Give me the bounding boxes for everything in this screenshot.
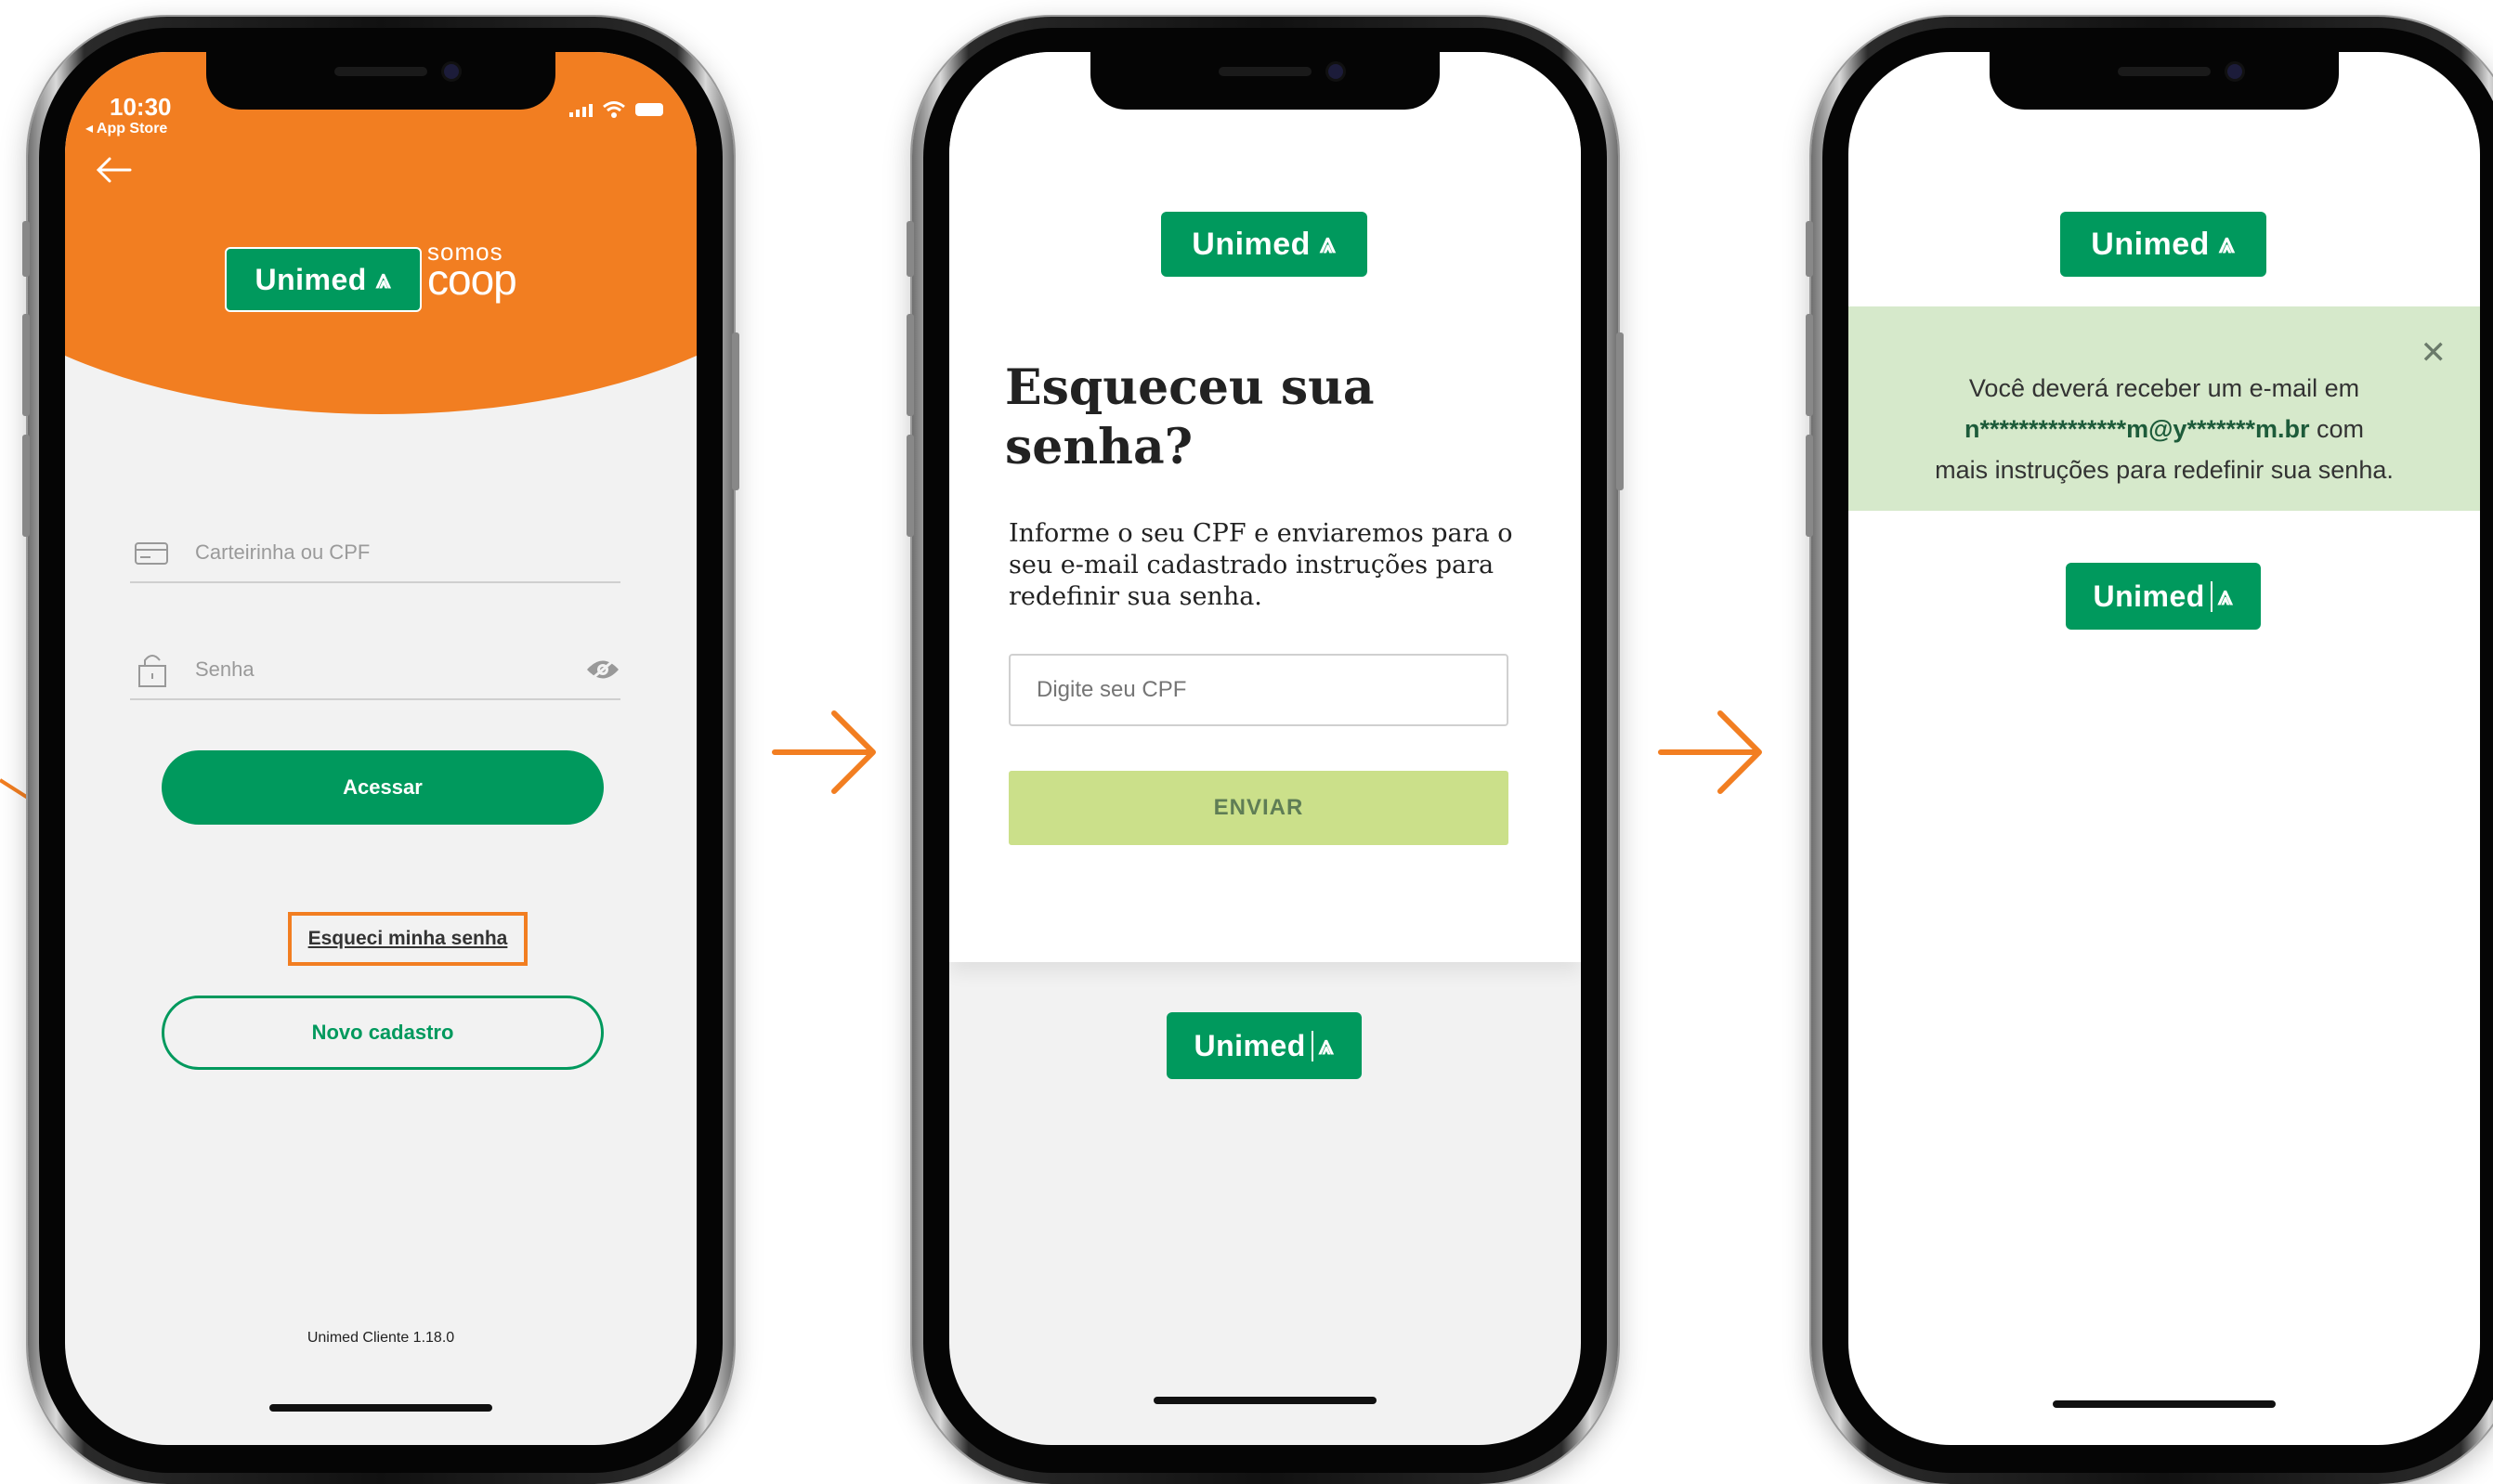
back-arrow-icon[interactable] [95, 156, 132, 184]
status-back-to-app-store[interactable]: ◂ App Store [85, 119, 167, 137]
notch [206, 52, 555, 110]
card-icon [135, 542, 168, 565]
success-toast: ✕ Você deverá receber um e-mail em n****… [1848, 306, 2480, 511]
unimed-tree-icon: ⩓ [375, 264, 392, 294]
flow-arrow-icon [1658, 710, 1762, 794]
success-message: Você deverá receber um e-mail em n******… [1935, 374, 2394, 484]
notch [1990, 52, 2339, 110]
wifi-icon [603, 101, 625, 118]
unimed-logo: Unimed ⩓ [225, 247, 422, 312]
phone-success: Unimed ⩓ ✕ Você deverá receber um e-mail … [1806, 17, 2493, 1484]
cpf-input[interactable] [1009, 654, 1508, 726]
register-button[interactable]: Novo cadastro [162, 996, 604, 1070]
power-button [732, 332, 739, 490]
screen-success: Unimed ⩓ ✕ Você deverá receber um e-mail … [1848, 52, 2480, 1445]
screen-login: 10:30 ◂ App Store Unimed ⩓ somos coop Car… [65, 52, 697, 1445]
volume-up [22, 314, 30, 416]
status-time: 10:30 [110, 93, 172, 121]
unimed-logo: Unimed ⩓ [2060, 212, 2266, 277]
close-icon[interactable]: ✕ [2421, 334, 2447, 371]
access-button[interactable]: Acessar [162, 750, 604, 825]
lock-icon [138, 655, 166, 687]
mute-switch [1806, 221, 1813, 277]
status-icons [569, 100, 663, 119]
app-version: Unimed Cliente 1.18.0 [307, 1330, 455, 1346]
somos-coop-logo: somos coop [427, 238, 517, 304]
battery-icon [635, 103, 663, 116]
home-indicator [2053, 1400, 2276, 1408]
unimed-tree-icon: ⩓ [2218, 228, 2236, 259]
home-indicator [269, 1404, 492, 1412]
home-indicator [1154, 1397, 1377, 1404]
forgot-description: Informe o seu CPF e enviaremos para o se… [1009, 519, 1513, 611]
power-button [1616, 332, 1624, 490]
volume-up [907, 314, 914, 416]
password-field[interactable]: Senha [130, 641, 620, 700]
phone-login: 10:30 ◂ App Store Unimed ⩓ somos coop Car… [22, 17, 739, 1484]
card-cpf-placeholder: Carteirinha ou CPF [195, 540, 371, 564]
volume-down [907, 435, 914, 537]
volume-down [1806, 435, 1813, 537]
unimed-tree-icon: ⩓ [2210, 580, 2234, 612]
screen-forgot-password: Unimed ⩓ Esqueceu sua senha? Informe o se… [949, 52, 1581, 1445]
notch [1090, 52, 1440, 110]
send-button[interactable]: ENVIAR [1009, 771, 1508, 845]
forgot-password-link[interactable]: Esqueci minha senha [288, 912, 528, 966]
signal-icon [569, 102, 593, 117]
forgot-title: Esqueceu sua senha? [1005, 359, 1375, 475]
eye-icon[interactable] [585, 657, 620, 682]
unimed-tree-icon: ⩓ [1311, 1030, 1335, 1061]
password-placeholder: Senha [195, 657, 255, 681]
phone-forgot-password: Unimed ⩓ Esqueceu sua senha? Informe o se… [907, 17, 1624, 1484]
mute-switch [22, 221, 30, 277]
masked-email: n***************m@y*******m.br [1964, 415, 2310, 443]
unimed-footer-logo: Unimed ⩓ [2066, 563, 2261, 630]
unimed-logo: Unimed ⩓ [1161, 212, 1367, 277]
unimed-tree-icon: ⩓ [1319, 228, 1337, 259]
card-cpf-field[interactable]: Carteirinha ou CPF [130, 524, 620, 583]
mute-switch [907, 221, 914, 277]
unimed-footer-logo: Unimed ⩓ [1167, 1012, 1362, 1079]
flow-arrow-icon [772, 710, 876, 794]
volume-down [22, 435, 30, 537]
volume-up [1806, 314, 1813, 416]
